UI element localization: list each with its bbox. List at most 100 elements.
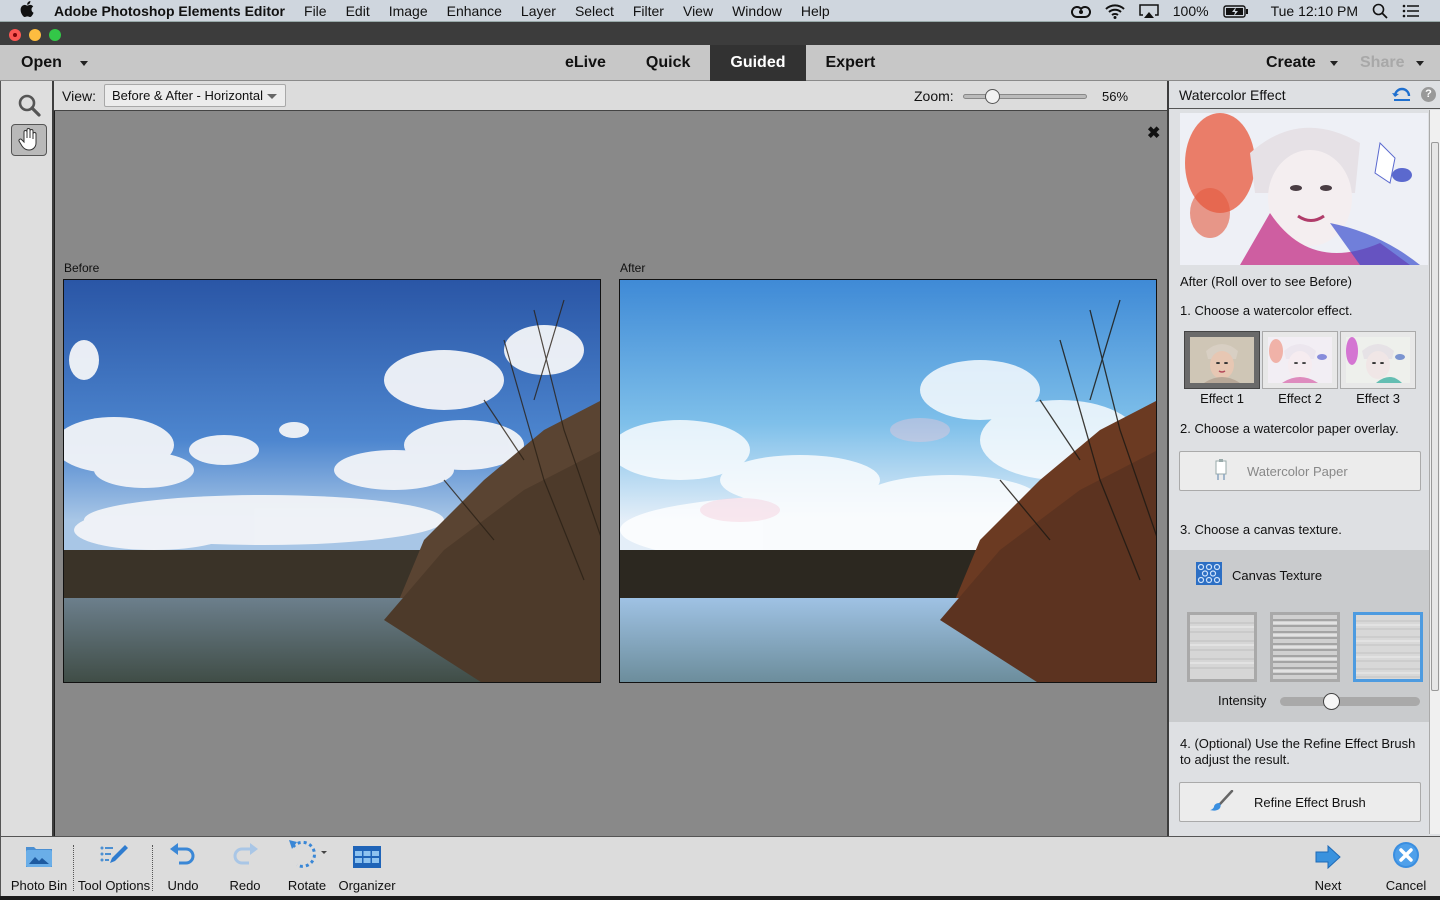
refine-effect-brush-label: Refine Effect Brush <box>1254 794 1366 810</box>
menu-help[interactable]: Help <box>801 3 830 19</box>
tab-expert[interactable]: Expert <box>806 45 896 81</box>
divider <box>152 845 153 891</box>
menu-edit[interactable]: Edit <box>346 3 370 19</box>
tool-options-button[interactable]: Tool Options <box>77 837 151 897</box>
menu-enhance[interactable]: Enhance <box>447 3 502 19</box>
intensity-label: Intensity <box>1218 693 1267 708</box>
undo-button[interactable]: Undo <box>161 837 205 897</box>
airplay-icon[interactable] <box>1139 3 1159 19</box>
tool-options-icon <box>99 837 129 871</box>
refine-effect-brush-button[interactable]: Refine Effect Brush <box>1179 782 1421 822</box>
open-label: Open <box>21 54 62 71</box>
menu-file[interactable]: File <box>304 3 327 19</box>
window-minimize-button[interactable] <box>29 29 41 41</box>
hand-tool[interactable] <box>11 124 47 156</box>
help-icon[interactable]: ? <box>1421 87 1436 102</box>
view-label: View: <box>62 88 96 104</box>
redo-label: Redo <box>229 878 261 893</box>
menu-filter[interactable]: Filter <box>633 3 664 19</box>
notification-center-icon[interactable] <box>1402 4 1420 18</box>
paper-scroll-icon <box>1213 458 1229 484</box>
canvas-texture-header[interactable]: Canvas Texture <box>1196 562 1322 588</box>
menu-view[interactable]: View <box>683 3 713 19</box>
reset-icon[interactable] <box>1391 86 1413 105</box>
clock[interactable]: Tue 12:10 PM <box>1271 3 1358 19</box>
tool-options-label: Tool Options <box>77 878 151 893</box>
menu-layer[interactable]: Layer <box>521 3 556 19</box>
zoom-tool[interactable] <box>11 90 47 122</box>
close-icon[interactable]: ✖ <box>1147 123 1160 143</box>
tab-guided[interactable]: Guided <box>710 45 806 81</box>
effect-1-label: Effect 1 <box>1200 391 1244 406</box>
tab-elive[interactable]: eLive <box>545 45 626 81</box>
organizer-button[interactable]: Organizer <box>337 837 397 897</box>
zoom-slider-thumb[interactable] <box>985 89 1000 104</box>
before-image[interactable] <box>63 279 601 683</box>
texture-1-option[interactable] <box>1187 612 1257 682</box>
zoom-label: Zoom: <box>914 88 954 104</box>
rotate-label: Rotate <box>287 878 327 893</box>
toolbox <box>0 81 54 836</box>
effect-preview-image[interactable] <box>1180 113 1428 265</box>
cancel-circle-x-icon <box>1392 837 1420 871</box>
undo-label: Undo <box>167 878 199 893</box>
view-select[interactable]: Before & After - Horizontal <box>104 84 286 107</box>
effect-1-option[interactable]: Effect 1 <box>1184 331 1260 406</box>
open-button[interactable]: Open <box>21 45 88 81</box>
wifi-icon[interactable] <box>1105 3 1125 19</box>
window-close-button[interactable] <box>9 29 21 41</box>
menu-select[interactable]: Select <box>575 3 614 19</box>
redo-icon <box>231 837 259 871</box>
step-4-text-line-2: to adjust the result. <box>1180 752 1290 767</box>
canvas-texture-label: Canvas Texture <box>1232 567 1323 583</box>
menu-image[interactable]: Image <box>389 3 428 19</box>
redo-button[interactable]: Redo <box>223 837 267 897</box>
texture-3-option[interactable] <box>1353 612 1423 682</box>
panel-title: Watercolor Effect <box>1179 87 1286 103</box>
effect-2-option[interactable]: Effect 2 <box>1262 331 1338 406</box>
next-label: Next <box>1314 878 1342 893</box>
texture-2-option[interactable] <box>1270 612 1340 682</box>
panel-scrollbar-thumb[interactable] <box>1431 142 1439 691</box>
watercolor-paper-label: Watercolor Paper <box>1247 463 1348 479</box>
window-zoom-button[interactable] <box>49 29 61 41</box>
texture-options <box>1187 612 1423 682</box>
rotate-icon <box>285 837 329 871</box>
effect-2-thumbnail <box>1262 331 1338 389</box>
photo-bin-label: Photo Bin <box>10 878 68 893</box>
spotlight-search-icon[interactable] <box>1372 3 1388 19</box>
creative-cloud-icon[interactable] <box>1070 4 1091 18</box>
canvas-area: ✖ Before After <box>55 111 1167 836</box>
undo-icon <box>169 837 197 871</box>
effect-2-label: Effect 2 <box>1278 391 1322 406</box>
intensity-slider[interactable] <box>1280 693 1420 710</box>
battery-charging-icon[interactable] <box>1222 4 1249 18</box>
canvas-texture-section: Canvas Texture Intensity <box>1169 550 1429 722</box>
photo-bin-button[interactable]: Photo Bin <box>9 837 69 897</box>
create-button[interactable]: Create <box>1266 45 1338 81</box>
cancel-button[interactable]: Cancel <box>1383 837 1429 897</box>
hand-icon <box>18 127 40 154</box>
rotate-button[interactable]: Rotate <box>284 837 330 897</box>
effect-options: Effect 1 Effect 2 Effect 3 <box>1184 331 1416 406</box>
before-label: Before <box>64 261 100 275</box>
effect-1-thumbnail <box>1184 331 1260 389</box>
effect-3-option[interactable]: Effect 3 <box>1340 331 1416 406</box>
panel-scrollbar[interactable] <box>1429 110 1440 834</box>
divider <box>73 845 74 891</box>
organizer-label: Organizer <box>338 878 396 893</box>
brush-icon <box>1210 789 1234 815</box>
zoom-slider[interactable] <box>963 89 1087 104</box>
next-button[interactable]: Next <box>1307 837 1349 897</box>
mode-bar: Open eLive Quick Guided Expert Create Sh… <box>0 45 1440 81</box>
app-name[interactable]: Adobe Photoshop Elements Editor <box>54 3 285 19</box>
menu-window[interactable]: Window <box>732 3 782 19</box>
watercolor-paper-button[interactable]: Watercolor Paper <box>1179 451 1421 491</box>
after-image[interactable] <box>619 279 1157 683</box>
cancel-label: Cancel <box>1385 878 1427 893</box>
share-button[interactable]: Share <box>1360 45 1425 81</box>
bottom-taskbar: Photo Bin Tool Options Undo Redo Rotate … <box>0 836 1440 896</box>
intensity-slider-thumb[interactable] <box>1323 693 1340 710</box>
tab-quick[interactable]: Quick <box>626 45 710 81</box>
apple-icon[interactable] <box>20 0 38 21</box>
